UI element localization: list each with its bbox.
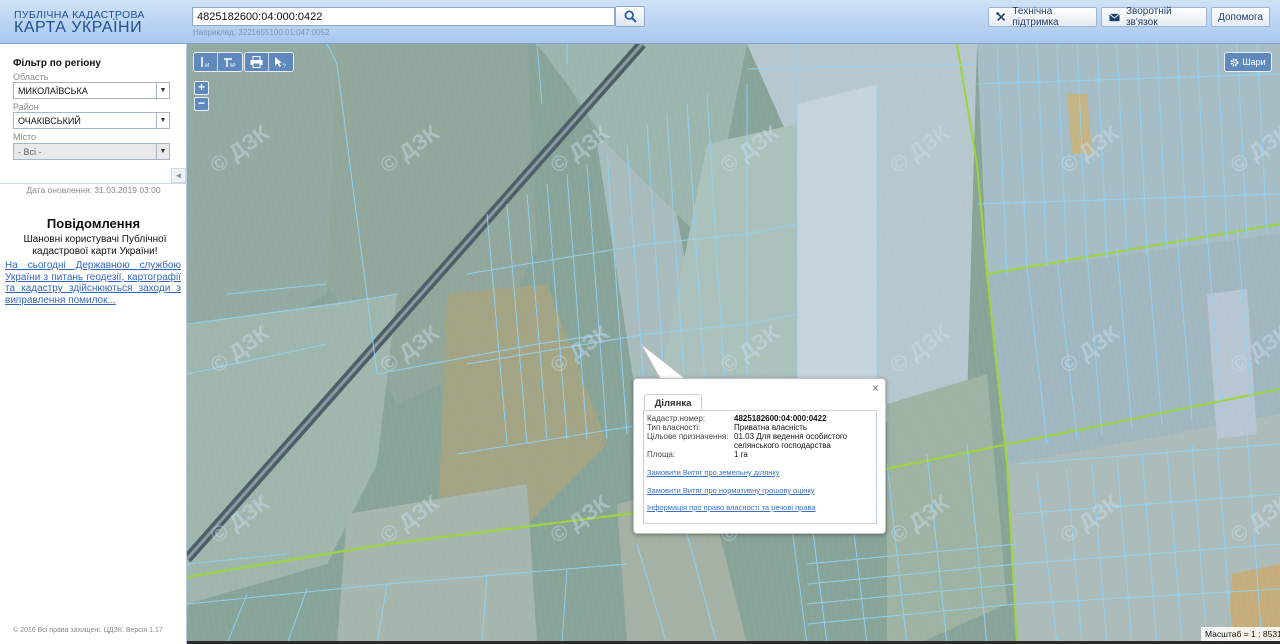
identify-cursor-icon[interactable]: ? bbox=[269, 53, 293, 71]
parcel-details: Кадастр.номер: 4825182600:04:000:0422 Ти… bbox=[643, 410, 877, 524]
field-purpose: Цільове призначення: 01.03 Для ведення о… bbox=[647, 432, 848, 450]
feedback-label: Зворотній зв'язок bbox=[1125, 6, 1172, 28]
tech-support-button[interactable]: Технічна підтримка bbox=[988, 6, 1097, 28]
site-logo[interactable]: ПУБЛІЧНА КАДАСТРОВА КАРТА УКРАЇНИ bbox=[14, 9, 145, 36]
field-area: Площа: 1 га bbox=[647, 450, 748, 459]
feedback-button[interactable]: Зворотній зв'язок bbox=[1101, 6, 1207, 28]
envelope-icon bbox=[1109, 12, 1120, 21]
copyright-text: © 2016 Всі права захищені. ЦДЗК. Версія … bbox=[13, 627, 163, 634]
tools-toolbar: ? bbox=[244, 52, 294, 72]
header-bar: ПУБЛІЧНА КАДАСТРОВА КАРТА УКРАЇНИ Наприк… bbox=[0, 0, 1280, 44]
tools-icon bbox=[996, 12, 1006, 21]
close-icon[interactable]: × bbox=[872, 382, 879, 394]
logo-line-2: КАРТА УКРАЇНИ bbox=[14, 19, 143, 36]
filter-title: Фільтр по регіону bbox=[13, 58, 101, 69]
notice-title: Повідомлення bbox=[46, 216, 141, 231]
city-select[interactable]: - Всі - ▼ bbox=[13, 143, 170, 160]
order-valuation-extract-link[interactable]: Замовити Витяг про нормативну грошову оц… bbox=[647, 486, 814, 495]
district-select-value: ОЧАКІВСЬКИЙ bbox=[18, 116, 81, 126]
region-select[interactable]: МИКОЛАЇВСЬКА ▼ bbox=[13, 82, 170, 99]
print-icon[interactable] bbox=[245, 53, 269, 71]
search-example-hint: Наприклад: 3221655100:01:047:0052 bbox=[193, 28, 330, 37]
area-m2-icon[interactable]: M² bbox=[218, 53, 242, 71]
zoom-in-button[interactable]: + bbox=[194, 81, 209, 95]
chevron-down-icon: ▼ bbox=[156, 113, 169, 128]
zoom-out-button[interactable]: − bbox=[194, 97, 209, 111]
tech-support-label: Технічна підтримка bbox=[1012, 6, 1059, 28]
city-label: Місто bbox=[13, 132, 37, 142]
scale-indicator: Масштаб = 1 : 8531 bbox=[1201, 627, 1280, 641]
help-button[interactable]: Допомога bbox=[1211, 7, 1270, 27]
region-select-value: МИКОЛАЇВСЬКА bbox=[18, 86, 88, 96]
city-select-value: - Всі - bbox=[18, 147, 42, 157]
sidebar: Фільтр по регіону Область МИКОЛАЇВСЬКА ▼… bbox=[0, 44, 187, 644]
district-select[interactable]: ОЧАКІВСЬКИЙ ▼ bbox=[13, 112, 170, 129]
svg-text:M²: M² bbox=[230, 63, 236, 68]
layers-label: Шари bbox=[1242, 57, 1266, 67]
chevron-down-icon: ▼ bbox=[156, 83, 169, 98]
ruler-m-icon[interactable]: M bbox=[194, 53, 218, 71]
svg-text:M: M bbox=[205, 63, 209, 68]
district-label: Район bbox=[13, 102, 39, 112]
region-filter-panel: Фільтр по регіону Область МИКОЛАЇВСЬКА ▼… bbox=[0, 44, 187, 184]
chevron-down-icon: ▼ bbox=[156, 144, 169, 159]
collapse-sidebar-button[interactable]: ◄ bbox=[171, 168, 186, 183]
ownership-info-link[interactable]: Інформація про право власності та речові… bbox=[647, 503, 816, 512]
order-parcel-extract-link[interactable]: Замовити Витяг про земельну ділянку bbox=[647, 468, 780, 477]
search-icon bbox=[623, 10, 637, 23]
satellite-imagery: © ДЗК © ДЗК © ДЗК © ДЗК © ДЗК © ДЗК © ДЗ… bbox=[187, 44, 1280, 644]
map-viewport[interactable]: © ДЗК © ДЗК © ДЗК © ДЗК © ДЗК © ДЗК © ДЗ… bbox=[187, 44, 1280, 644]
parcel-info-popup: × Ділянка Кадастр.номер: 4825182600:04:0… bbox=[633, 378, 886, 534]
measure-toolbar: M M² bbox=[193, 52, 243, 72]
svg-text:?: ? bbox=[283, 64, 287, 69]
layers-button[interactable]: Шари bbox=[1224, 52, 1272, 72]
tab-parcel[interactable]: Ділянка bbox=[644, 394, 702, 411]
help-label: Допомога bbox=[1218, 11, 1263, 23]
update-date: Дата оновлення: 31.03.2019 03:00 bbox=[26, 185, 161, 195]
popup-pointer bbox=[640, 343, 689, 381]
region-label: Область bbox=[13, 72, 49, 82]
notice-greeting: Шановні користувачі Публічної кадастрово… bbox=[23, 234, 167, 257]
notice-link[interactable]: На сьогодні Державною службою України з … bbox=[5, 260, 181, 306]
gear-icon bbox=[1230, 58, 1239, 66]
cadastral-search-input[interactable] bbox=[192, 7, 615, 26]
search-button[interactable] bbox=[615, 6, 645, 27]
